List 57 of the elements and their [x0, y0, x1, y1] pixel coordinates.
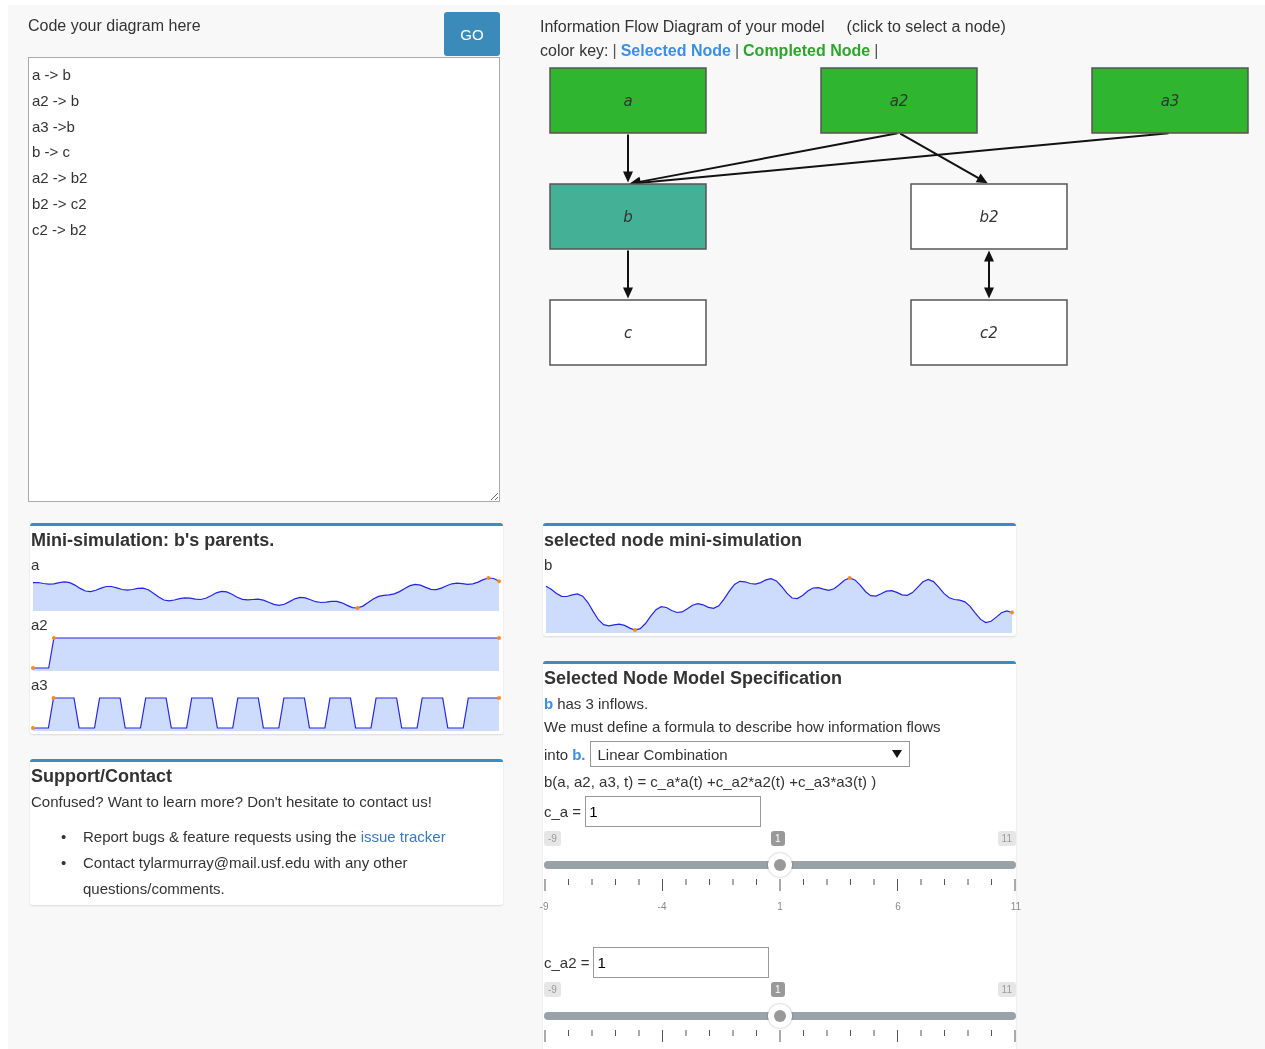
series-label: a2 [31, 616, 49, 633]
diagram-node[interactable]: c [549, 299, 707, 366]
bullet: • [61, 827, 68, 847]
tick-label: -4 [657, 901, 667, 912]
flow-arrow [623, 250, 633, 299]
card-title: Mini-simulation: b's parents. [31, 530, 276, 551]
slider-value-label: 1 [771, 831, 785, 846]
support-item: Contact tylarmurray@mail.usf.edu with any other questions/comments. [83, 853, 409, 899]
diagram-node[interactable]: b [549, 183, 707, 250]
tick-label: 11 [1010, 901, 1022, 912]
separator: | [612, 42, 617, 60]
diagram-node[interactable]: a [549, 67, 707, 134]
separator: | [734, 42, 740, 60]
series-label: a3 [31, 676, 49, 693]
diagram-node[interactable]: a2 [820, 67, 978, 134]
slider-value-label: 1 [771, 982, 785, 997]
diagram-title: Information Flow Diagram of your model [540, 18, 825, 36]
support-intro: Confused? Want to learn more? Don't hesitate to contact us! [31, 793, 433, 810]
bullet: • [61, 853, 68, 873]
code-editor[interactable]: a -> b a2 -> b a3 ->b b -> c a2 -> b2 b2 -> c2 c2 -> b2 [28, 57, 500, 502]
separator: | [874, 42, 879, 60]
inflow-text: has 3 inflows. [557, 695, 649, 712]
support-item: Report bugs & feature requests using the issue tracker [83, 827, 446, 847]
node-name: b [544, 695, 554, 712]
into-text: into [544, 745, 569, 763]
parameter-input[interactable]: 1 [585, 796, 762, 827]
diagram-node[interactable]: b2 [910, 183, 1068, 250]
tick-label: 1 [777, 901, 783, 912]
flow-arrow [984, 250, 994, 299]
tick-label: -9 [539, 901, 549, 912]
description-text: We must define a formula to describe how information flows [544, 718, 942, 735]
color-key-entry: Completed Node [743, 42, 871, 60]
parameter-label: c_a2 = [544, 954, 590, 971]
slider-max-label: 11 [997, 982, 1016, 997]
issue-tracker-link[interactable]: issue tracker [360, 828, 446, 845]
slider-min-label: -9 [544, 831, 561, 846]
method-dropdown[interactable]: Linear Combination [589, 741, 910, 767]
color-key-entry: Selected Node [620, 42, 731, 60]
parameter-label: c_a = [544, 803, 582, 820]
go-button[interactable]: GO [444, 12, 500, 56]
series-label: b [544, 556, 554, 573]
card-title: selected node mini-simulation [544, 530, 804, 551]
diagram-node[interactable]: c2 [910, 299, 1068, 366]
editor-label: Code your diagram here [28, 17, 201, 35]
tick-label: 6 [895, 901, 901, 912]
series-label: a [31, 556, 41, 573]
slider-max-label: 11 [997, 831, 1016, 846]
parameter-input[interactable]: 1 [593, 947, 770, 978]
node-name: b. [572, 745, 586, 763]
dropdown-caret-icon [891, 750, 902, 758]
color-key-label: color key: [540, 42, 609, 60]
card-title: Support/Contact [31, 766, 173, 787]
slider-min-label: -9 [544, 982, 561, 997]
card-title: Selected Node Model Specification [544, 668, 844, 689]
formula-text: b(a, a2, a3, t) = c_a*a(t) +c_a2*a2(t) +c_a3*a3(t) ) [544, 773, 878, 790]
diagram-hint: (click to select a node) [846, 18, 1006, 36]
diagram-node[interactable]: a3 [1091, 67, 1249, 134]
